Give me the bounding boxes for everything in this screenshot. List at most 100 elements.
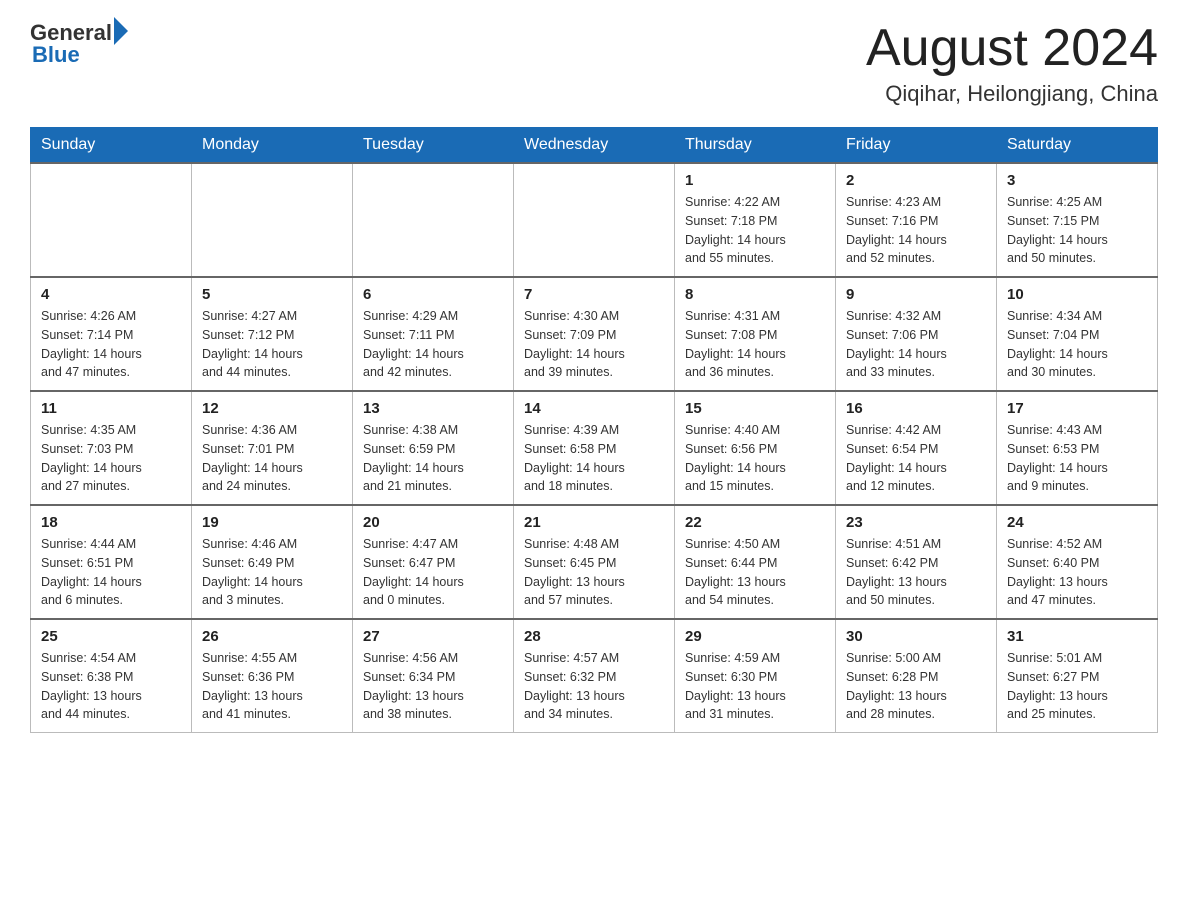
calendar-cell-30: 27 Sunrise: 4:56 AM Sunset: 6:34 PM Dayli… (353, 619, 514, 733)
day-info: Sunrise: 4:36 AM Sunset: 7:01 PM Dayligh… (202, 421, 342, 496)
day-number: 30 (846, 628, 986, 645)
calendar-cell-17: 14 Sunrise: 4:39 AM Sunset: 6:58 PM Dayli… (514, 391, 675, 505)
day-info: Sunrise: 4:35 AM Sunset: 7:03 PM Dayligh… (41, 421, 181, 496)
day-info: Sunrise: 4:26 AM Sunset: 7:14 PM Dayligh… (41, 307, 181, 382)
week-row-3: 11 Sunrise: 4:35 AM Sunset: 7:03 PM Dayli… (31, 391, 1158, 505)
day-number: 28 (524, 628, 664, 645)
day-info: Sunrise: 4:56 AM Sunset: 6:34 PM Dayligh… (363, 649, 503, 724)
day-number: 11 (41, 400, 181, 417)
day-info: Sunrise: 4:25 AM Sunset: 7:15 PM Dayligh… (1007, 193, 1147, 268)
day-info: Sunrise: 4:51 AM Sunset: 6:42 PM Dayligh… (846, 535, 986, 610)
day-number: 8 (685, 286, 825, 303)
day-number: 23 (846, 514, 986, 531)
day-info: Sunrise: 4:47 AM Sunset: 6:47 PM Dayligh… (363, 535, 503, 610)
calendar-cell-2 (353, 163, 514, 277)
day-info: Sunrise: 4:46 AM Sunset: 6:49 PM Dayligh… (202, 535, 342, 610)
day-info: Sunrise: 4:55 AM Sunset: 6:36 PM Dayligh… (202, 649, 342, 724)
calendar-cell-25: 22Sunrise: 4:50 AM Sunset: 6:44 PM Dayli… (675, 505, 836, 619)
calendar-cell-31: 28 Sunrise: 4:57 AM Sunset: 6:32 PM Dayli… (514, 619, 675, 733)
calendar-cell-11: 8 Sunrise: 4:31 AM Sunset: 7:08 PM Daylig… (675, 277, 836, 391)
day-info: Sunrise: 4:29 AM Sunset: 7:11 PM Dayligh… (363, 307, 503, 382)
day-info: Sunrise: 4:27 AM Sunset: 7:12 PM Dayligh… (202, 307, 342, 382)
calendar-cell-9: 6 Sunrise: 4:29 AM Sunset: 7:11 PM Daylig… (353, 277, 514, 391)
calendar-cell-13: 10Sunrise: 4:34 AM Sunset: 7:04 PM Dayli… (997, 277, 1158, 391)
day-info: Sunrise: 4:54 AM Sunset: 6:38 PM Dayligh… (41, 649, 181, 724)
day-info: Sunrise: 4:40 AM Sunset: 6:56 PM Dayligh… (685, 421, 825, 496)
calendar-cell-29: 26Sunrise: 4:55 AM Sunset: 6:36 PM Dayli… (192, 619, 353, 733)
day-info: Sunrise: 4:59 AM Sunset: 6:30 PM Dayligh… (685, 649, 825, 724)
day-info: Sunrise: 4:38 AM Sunset: 6:59 PM Dayligh… (363, 421, 503, 496)
day-number: 16 (846, 400, 986, 417)
week-row-5: 25 Sunrise: 4:54 AM Sunset: 6:38 PM Dayli… (31, 619, 1158, 733)
calendar-cell-3 (514, 163, 675, 277)
calendar-cell-10: 7Sunrise: 4:30 AM Sunset: 7:09 PM Daylig… (514, 277, 675, 391)
calendar-cell-20: 17 Sunrise: 4:43 AM Sunset: 6:53 PM Dayli… (997, 391, 1158, 505)
logo: General Blue (30, 20, 128, 68)
day-number: 27 (363, 628, 503, 645)
calendar-cell-0 (31, 163, 192, 277)
calendar-cell-12: 9 Sunrise: 4:32 AM Sunset: 7:06 PM Daylig… (836, 277, 997, 391)
day-number: 21 (524, 514, 664, 531)
calendar-cell-14: 11 Sunrise: 4:35 AM Sunset: 7:03 PM Dayli… (31, 391, 192, 505)
day-number: 3 (1007, 172, 1147, 189)
calendar-cell-21: 18 Sunrise: 4:44 AM Sunset: 6:51 PM Dayli… (31, 505, 192, 619)
header-thursday: Thursday (675, 128, 836, 164)
day-number: 20 (363, 514, 503, 531)
day-number: 12 (202, 400, 342, 417)
location-subtitle: Qiqihar, Heilongjiang, China (866, 81, 1158, 107)
calendar-cell-24: 21 Sunrise: 4:48 AM Sunset: 6:45 PM Dayli… (514, 505, 675, 619)
week-row-4: 18 Sunrise: 4:44 AM Sunset: 6:51 PM Dayli… (31, 505, 1158, 619)
day-info: Sunrise: 4:39 AM Sunset: 6:58 PM Dayligh… (524, 421, 664, 496)
weekday-header-row: Sunday Monday Tuesday Wednesday Thursday… (31, 128, 1158, 164)
logo-blue: Blue (32, 42, 128, 68)
calendar-cell-5: 2Sunrise: 4:23 AM Sunset: 7:16 PM Daylig… (836, 163, 997, 277)
calendar-cell-33: 30 Sunrise: 5:00 AM Sunset: 6:28 PM Dayli… (836, 619, 997, 733)
calendar-cell-15: 12 Sunrise: 4:36 AM Sunset: 7:01 PM Dayli… (192, 391, 353, 505)
day-info: Sunrise: 4:31 AM Sunset: 7:08 PM Dayligh… (685, 307, 825, 382)
calendar-cell-8: 5Sunrise: 4:27 AM Sunset: 7:12 PM Daylig… (192, 277, 353, 391)
day-info: Sunrise: 4:34 AM Sunset: 7:04 PM Dayligh… (1007, 307, 1147, 382)
day-number: 18 (41, 514, 181, 531)
day-info: Sunrise: 5:00 AM Sunset: 6:28 PM Dayligh… (846, 649, 986, 724)
week-row-1: 1Sunrise: 4:22 AM Sunset: 7:18 PM Daylig… (31, 163, 1158, 277)
calendar-cell-26: 23 Sunrise: 4:51 AM Sunset: 6:42 PM Dayli… (836, 505, 997, 619)
month-title: August 2024 (866, 20, 1158, 77)
header-wednesday: Wednesday (514, 128, 675, 164)
calendar-cell-28: 25 Sunrise: 4:54 AM Sunset: 6:38 PM Dayli… (31, 619, 192, 733)
calendar-cell-18: 15 Sunrise: 4:40 AM Sunset: 6:56 PM Dayli… (675, 391, 836, 505)
page-header: General Blue August 2024 Qiqihar, Heilon… (30, 20, 1158, 107)
day-info: Sunrise: 4:44 AM Sunset: 6:51 PM Dayligh… (41, 535, 181, 610)
day-number: 6 (363, 286, 503, 303)
header-tuesday: Tuesday (353, 128, 514, 164)
day-info: Sunrise: 4:48 AM Sunset: 6:45 PM Dayligh… (524, 535, 664, 610)
week-row-2: 4 Sunrise: 4:26 AM Sunset: 7:14 PM Daylig… (31, 277, 1158, 391)
day-info: Sunrise: 4:32 AM Sunset: 7:06 PM Dayligh… (846, 307, 986, 382)
day-info: Sunrise: 4:43 AM Sunset: 6:53 PM Dayligh… (1007, 421, 1147, 496)
calendar-cell-1 (192, 163, 353, 277)
calendar-cell-4: 1Sunrise: 4:22 AM Sunset: 7:18 PM Daylig… (675, 163, 836, 277)
day-number: 15 (685, 400, 825, 417)
day-number: 13 (363, 400, 503, 417)
calendar-cell-16: 13 Sunrise: 4:38 AM Sunset: 6:59 PM Dayli… (353, 391, 514, 505)
header-saturday: Saturday (997, 128, 1158, 164)
day-info: Sunrise: 5:01 AM Sunset: 6:27 PM Dayligh… (1007, 649, 1147, 724)
day-number: 17 (1007, 400, 1147, 417)
day-number: 9 (846, 286, 986, 303)
day-number: 25 (41, 628, 181, 645)
calendar-cell-34: 31Sunrise: 5:01 AM Sunset: 6:27 PM Dayli… (997, 619, 1158, 733)
day-number: 4 (41, 286, 181, 303)
day-number: 19 (202, 514, 342, 531)
day-number: 29 (685, 628, 825, 645)
header-monday: Monday (192, 128, 353, 164)
day-info: Sunrise: 4:23 AM Sunset: 7:16 PM Dayligh… (846, 193, 986, 268)
calendar-cell-7: 4 Sunrise: 4:26 AM Sunset: 7:14 PM Daylig… (31, 277, 192, 391)
day-info: Sunrise: 4:22 AM Sunset: 7:18 PM Dayligh… (685, 193, 825, 268)
day-info: Sunrise: 4:57 AM Sunset: 6:32 PM Dayligh… (524, 649, 664, 724)
calendar-cell-27: 24Sunrise: 4:52 AM Sunset: 6:40 PM Dayli… (997, 505, 1158, 619)
logo-triangle-icon (114, 17, 128, 45)
day-number: 14 (524, 400, 664, 417)
calendar-cell-32: 29 Sunrise: 4:59 AM Sunset: 6:30 PM Dayli… (675, 619, 836, 733)
title-area: August 2024 Qiqihar, Heilongjiang, China (866, 20, 1158, 107)
header-sunday: Sunday (31, 128, 192, 164)
header-friday: Friday (836, 128, 997, 164)
